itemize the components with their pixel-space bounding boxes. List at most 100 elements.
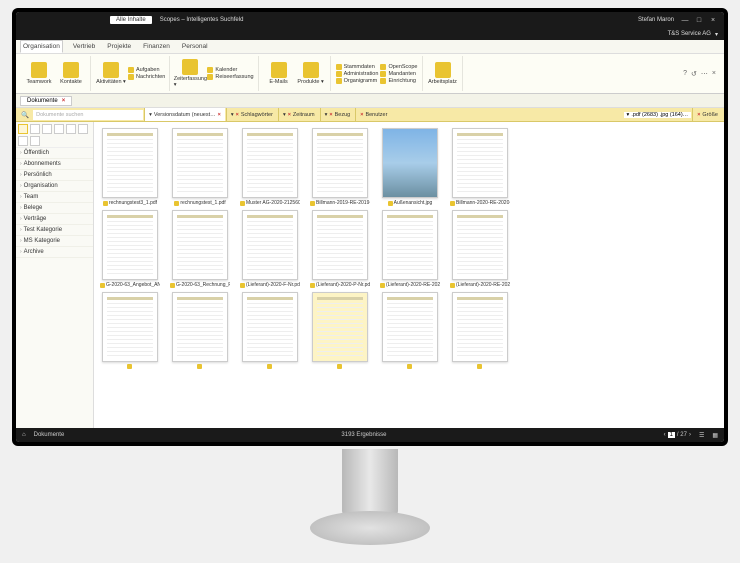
document-thumbnail[interactable] (240, 292, 300, 369)
document-tabs: Dokumente × (16, 94, 724, 108)
file-icon (477, 364, 482, 369)
tab-organisation[interactable]: Organisation (20, 40, 63, 53)
document-thumbnail[interactable]: rechnungstest_1.pdf (170, 128, 230, 206)
arbeitsplatz-button[interactable]: Arbeitsplatz (428, 62, 458, 85)
document-thumbnail[interactable]: G-2020-63_Angebot_AN-2020-14… (100, 210, 160, 288)
thumbnail-grid[interactable]: rechnungstest3_1.pdfrechnungstest_1.pdfM… (94, 122, 724, 428)
produkte-button[interactable]: Produkte ▾ (296, 62, 326, 85)
stammdaten-button[interactable]: Stammdaten (336, 64, 379, 70)
document-thumbnail[interactable] (380, 292, 440, 369)
titlebar: Alle Inhalte Scopes – Intelligentes Such… (16, 12, 724, 28)
thumbnail-caption: (Lieferant)-2020-P-Nr.pdf (310, 282, 370, 288)
reiseerfassung-button[interactable]: Reiseerfassung (207, 74, 253, 80)
aktivitaeten-button[interactable]: Aktivitäten ▾ (96, 62, 126, 85)
next-page-button[interactable]: › (689, 432, 691, 438)
maximize-button[interactable]: □ (692, 17, 706, 24)
tree-item[interactable]: ›Belege (16, 203, 93, 214)
zeiterfassung-button[interactable]: Zeiterfassung ▾ (175, 59, 205, 88)
history-icon[interactable]: ↺ (691, 70, 697, 78)
page-input[interactable]: 1 (668, 432, 675, 438)
filter-schlagwoerter[interactable]: ▾×Schlagwörter (226, 108, 277, 121)
tab-vertrieb[interactable]: Vertrieb (71, 41, 97, 52)
filter-benutzer[interactable]: ×Benutzer (355, 108, 391, 121)
view-icon[interactable] (18, 136, 28, 146)
tab-personal[interactable]: Personal (180, 41, 210, 52)
filter-versionsdatum[interactable]: ▾Versionsdatum (neuest…× (144, 108, 225, 121)
view-grid-icon[interactable]: ▦ (712, 432, 718, 439)
thumbnail-caption (127, 364, 133, 369)
filter-zeitraum[interactable]: ▾×Zeitraum (278, 108, 319, 121)
document-thumbnail[interactable] (450, 292, 510, 369)
tree-item[interactable]: ›Verträge (16, 214, 93, 225)
document-thumbnail[interactable] (170, 292, 230, 369)
close-button[interactable]: × (706, 17, 720, 24)
help-icon[interactable]: ? (683, 70, 687, 77)
document-thumbnail[interactable]: rechnungstest3_1.pdf (100, 128, 160, 206)
view-icon[interactable] (30, 136, 40, 146)
filter-bar: 🔍 Dokumente suchen ▾Versionsdatum (neues… (16, 108, 724, 122)
document-thumbnail[interactable] (100, 292, 160, 369)
view-icon[interactable] (42, 124, 52, 134)
document-thumbnail[interactable]: Muster AG-2020-212560833.pdf (240, 128, 300, 206)
filter-groesse[interactable]: ×Größe (692, 108, 722, 121)
file-icon (450, 201, 455, 206)
tree-item[interactable]: ›Abonnements (16, 159, 93, 170)
status-home-icon[interactable]: ⌂ (22, 432, 26, 438)
document-thumbnail[interactable]: Billmann-2019-RE-2019-0831.pdf (310, 128, 370, 206)
thumbnail-caption: Außenansicht.jpg (388, 200, 433, 206)
kontakte-button[interactable]: Kontakte (56, 62, 86, 85)
tab-finanzen[interactable]: Finanzen (141, 41, 172, 52)
view-icon[interactable] (78, 124, 88, 134)
close-icon[interactable]: × (62, 98, 66, 104)
user-label[interactable]: Stefan Maron (638, 17, 674, 23)
tree-item[interactable]: ›Öffentlich (16, 148, 93, 159)
tree-item[interactable]: ›Organisation (16, 181, 93, 192)
prev-page-button[interactable]: ‹ (664, 432, 666, 438)
view-icon[interactable] (54, 124, 64, 134)
ribbon-helpers: ? ↺ ⋯ × (683, 56, 720, 91)
document-thumbnail[interactable] (310, 292, 370, 369)
kalender-button[interactable]: Kalender (207, 67, 253, 73)
teamwork-button[interactable]: Teamwork (24, 62, 54, 85)
tree-item[interactable]: ›MS Kategorie (16, 236, 93, 247)
document-thumbnail[interactable]: (Lieferant)-2020-P-Nr.pdf (310, 210, 370, 288)
einrichtung-button[interactable]: Einrichtung (380, 78, 417, 84)
filter-filetype-tag[interactable]: ▾.pdf (2683) .jpg (164)… (624, 112, 692, 118)
view-list-icon[interactable]: ☰ (699, 432, 704, 439)
kalender-icon (207, 67, 213, 73)
tree-item[interactable]: ›Team (16, 192, 93, 203)
page-preview (382, 128, 438, 198)
tree-item[interactable]: ›Archive (16, 247, 93, 258)
company-label[interactable]: T&S Service AG (668, 31, 711, 37)
document-thumbnail[interactable]: Billmann-2020-RE-2020-1.pdf (450, 128, 510, 206)
view-icon[interactable] (66, 124, 76, 134)
emails-button[interactable]: E-Mails (264, 62, 294, 85)
document-thumbnail[interactable]: (Lieferant)-2020-RE-2020-16.pdf (450, 210, 510, 288)
openscope-button[interactable]: OpenScope (380, 64, 417, 70)
organigramm-button[interactable]: Organigramm (336, 78, 379, 84)
document-thumbnail[interactable]: G-2020-63_Rechnung_RE-2020-83… (170, 210, 230, 288)
thumbnail-caption: Billmann-2020-RE-2020-1.pdf (450, 200, 510, 206)
document-thumbnail[interactable]: (Lieferant)-2020-RE-2020-16.pdf (380, 210, 440, 288)
tab-dokumente[interactable]: Dokumente × (20, 96, 72, 106)
view-icon[interactable] (30, 124, 40, 134)
tab-projekte[interactable]: Projekte (105, 41, 133, 52)
minimize-button[interactable]: — (678, 17, 692, 24)
sidebar-view-icons (16, 122, 93, 148)
view-icon[interactable] (18, 124, 28, 134)
aufgaben-button[interactable]: Aufgaben (128, 67, 165, 73)
document-thumbnail[interactable]: (Lieferant)-2020-F-Nr.pdf (240, 210, 300, 288)
tree-item[interactable]: ›Persönlich (16, 170, 93, 181)
filter-bezug[interactable]: ▾×Bezug (320, 108, 355, 121)
collapse-ribbon-icon[interactable]: × (712, 70, 716, 77)
nachrichten-button[interactable]: Nachrichten (128, 74, 165, 80)
tree-item[interactable]: ›Test Kategorie (16, 225, 93, 236)
scope-dropdown[interactable]: Alle Inhalte (110, 16, 152, 24)
mandanten-button[interactable]: Mandanten (380, 71, 417, 77)
aufgaben-icon (128, 67, 134, 73)
page-preview (102, 292, 158, 362)
search-input[interactable]: Dokumente suchen (33, 110, 143, 120)
document-thumbnail[interactable]: Außenansicht.jpg (380, 128, 440, 206)
administration-button[interactable]: Administration (336, 71, 379, 77)
dropdown-icon[interactable]: ⋯ (701, 70, 708, 78)
